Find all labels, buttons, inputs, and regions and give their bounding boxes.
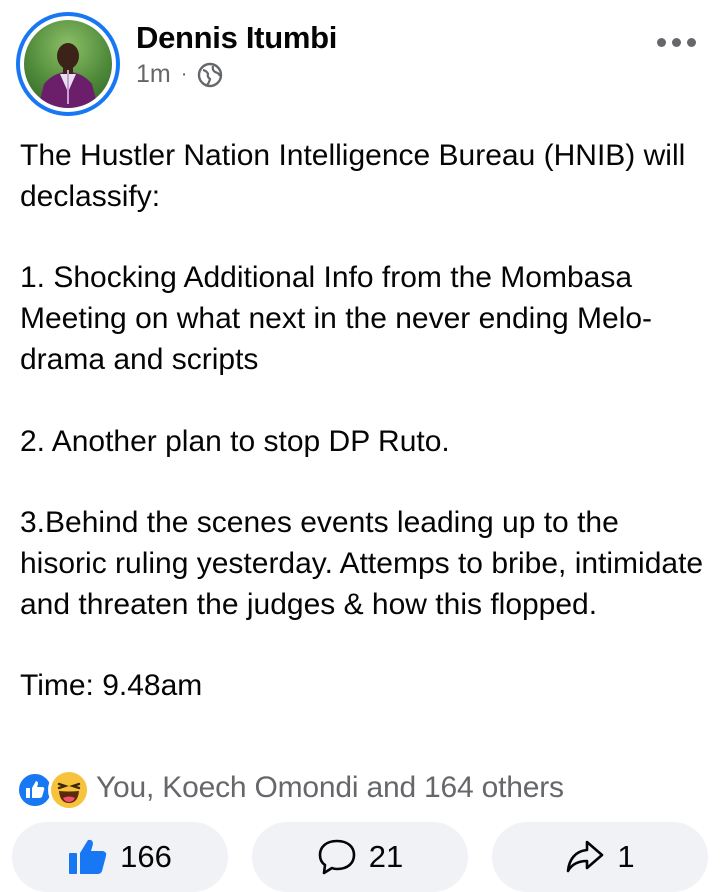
post-text: The Hustler Nation Intelligence Bureau (… <box>20 139 704 703</box>
share-icon <box>565 838 605 876</box>
share-count: 1 <box>617 839 635 874</box>
reaction-icons <box>16 766 96 811</box>
meta-separator: · <box>180 63 188 85</box>
avatar[interactable] <box>16 12 120 116</box>
reactions-summary[interactable]: You, Koech Omondi and 164 others <box>16 766 564 811</box>
comment-count: 21 <box>368 839 404 874</box>
more-options-icon[interactable] <box>657 38 696 47</box>
more-dot <box>672 38 681 47</box>
like-button[interactable]: 166 <box>12 822 228 892</box>
like-count: 166 <box>120 839 172 874</box>
post-meta: 1m · <box>136 60 223 89</box>
action-bar: 166 21 1 <box>0 822 720 892</box>
globe-icon[interactable] <box>197 62 223 88</box>
thumbs-up-icon <box>68 838 108 876</box>
more-dot <box>657 38 666 47</box>
share-button[interactable]: 1 <box>492 822 708 892</box>
post-time[interactable]: 1m <box>136 60 171 89</box>
haha-reaction-icon <box>48 769 90 811</box>
post-header: Dennis Itumbi 1m · <box>0 0 720 130</box>
comment-button[interactable]: 21 <box>252 822 468 892</box>
profile-photo <box>24 20 112 108</box>
reactions-text[interactable]: You, Koech Omondi and 164 others <box>96 771 564 805</box>
comment-icon <box>317 838 357 876</box>
author-name[interactable]: Dennis Itumbi <box>136 20 337 56</box>
more-dot <box>687 38 696 47</box>
